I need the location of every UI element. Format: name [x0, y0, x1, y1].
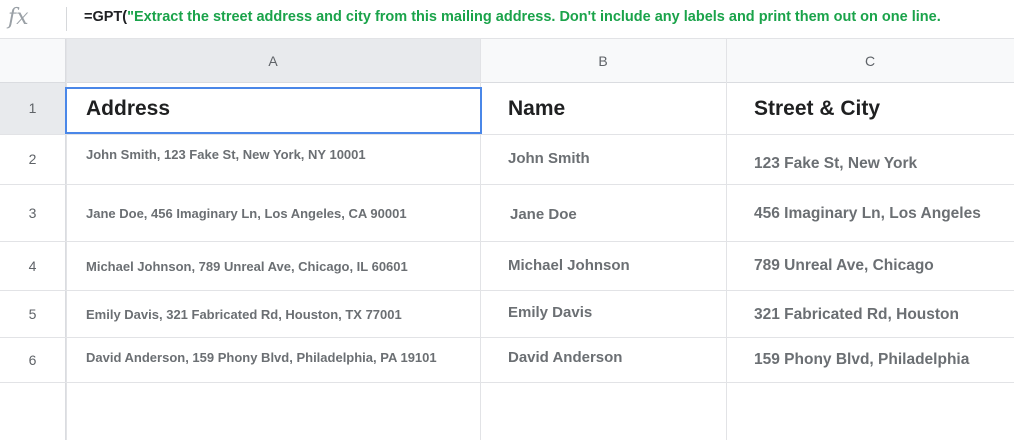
gridline [0, 241, 1014, 242]
cell-b4[interactable]: Michael Johnson [488, 257, 726, 274]
row-header-4[interactable]: 4 [0, 242, 66, 290]
row-header-empty [0, 383, 66, 440]
gridline [0, 290, 1014, 291]
cell-a4[interactable]: Michael Johnson, 789 Unreal Ave, Chicago… [66, 259, 480, 274]
cell-b6[interactable]: David Anderson [488, 349, 726, 366]
row-header-1[interactable]: 1 [0, 83, 66, 134]
row-header-2[interactable]: 2 [0, 135, 66, 184]
column-header-c[interactable]: C [726, 39, 1014, 83]
cell-c4[interactable]: 789 Unreal Ave, Chicago [734, 257, 1014, 275]
row-header-5[interactable]: 5 [0, 291, 66, 337]
cell-b3[interactable]: Jane Doe [490, 206, 726, 223]
column-header-b[interactable]: B [480, 39, 726, 83]
cell-b5[interactable]: Emily Davis [488, 304, 726, 321]
formula-function: =GPT( [84, 9, 128, 25]
formula-string-argument: "Extract the street address and city fro… [127, 9, 941, 25]
gridline [0, 337, 1014, 338]
column-header-a[interactable]: A [66, 39, 480, 83]
cell-a2[interactable]: John Smith, 123 Fake St, New York, NY 10… [66, 147, 480, 162]
cell-b2[interactable]: John Smith [488, 150, 726, 167]
cell-b1[interactable]: Name [488, 83, 726, 134]
formula-bar: fx =GPT("Extract the street address and … [0, 0, 1014, 39]
gridline [0, 134, 1014, 135]
row-header-6[interactable]: 6 [0, 338, 66, 382]
row-header-3[interactable]: 3 [0, 185, 66, 241]
formula-input[interactable]: =GPT("Extract the street address and cit… [84, 0, 941, 36]
cell-a3[interactable]: Jane Doe, 456 Imaginary Ln, Los Angeles,… [66, 206, 480, 221]
cell-a5[interactable]: Emily Davis, 321 Fabricated Rd, Houston,… [66, 307, 480, 322]
gridline [0, 184, 1014, 185]
cell-c2[interactable]: 123 Fake St, New York [734, 155, 1014, 173]
cell-a1[interactable]: Address [66, 83, 480, 134]
spreadsheet-grid: A B C 1 2 3 4 5 6 Address Name Street & … [0, 39, 1014, 440]
cell-a6[interactable]: David Anderson, 159 Phony Blvd, Philadel… [66, 350, 480, 365]
gridline [0, 382, 1014, 383]
gridline [726, 39, 727, 440]
fx-icon: fx [8, 5, 29, 30]
cell-c5[interactable]: 321 Fabricated Rd, Houston [734, 306, 1014, 324]
cell-c6[interactable]: 159 Phony Blvd, Philadelphia [734, 351, 1014, 369]
cell-c1[interactable]: Street & City [734, 83, 1014, 134]
gridline [480, 39, 481, 440]
select-all-corner[interactable] [0, 39, 66, 83]
cell-c3[interactable]: 456 Imaginary Ln, Los Angeles [734, 205, 1014, 223]
formula-bar-divider [66, 7, 67, 31]
